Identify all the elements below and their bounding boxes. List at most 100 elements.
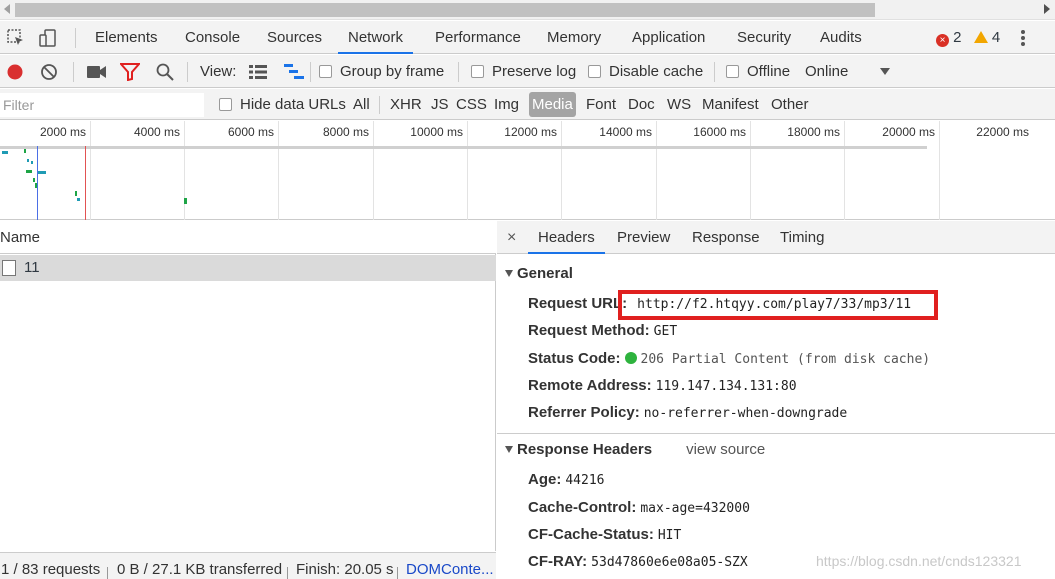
console-badges[interactable]: × 2 4 (936, 21, 1000, 54)
response-headers-section-header[interactable]: Response Headers view source (505, 441, 765, 458)
large-rows-icon[interactable] (249, 65, 267, 79)
filter-type-img[interactable]: Img (494, 89, 519, 120)
header-key: CF-RAY: (528, 553, 588, 570)
hide-data-urls-checkbox[interactable]: Hide data URLs (219, 89, 346, 120)
tab-application[interactable]: Application (632, 21, 705, 54)
status-ok-icon (624, 352, 637, 364)
filter-type-manifest[interactable]: Manifest (702, 89, 759, 120)
header-key: Cache-Control: (528, 499, 637, 516)
filter-type-js[interactable]: JS (431, 89, 449, 120)
error-icon: × (936, 34, 949, 47)
tab-security[interactable]: Security (737, 21, 791, 54)
group-by-frame-checkbox[interactable]: Group by frame (319, 55, 444, 88)
checkbox-icon (588, 65, 601, 78)
filter-type-media[interactable]: Media (529, 92, 576, 117)
finish-time: Finish: 20.05 s (296, 561, 394, 578)
tab-timing[interactable]: Timing (780, 221, 824, 254)
request-bar (31, 161, 33, 164)
waterfall-icon[interactable] (284, 64, 304, 80)
warning-icon (973, 31, 988, 43)
details-tab-bar: × Headers Preview Response Timing (497, 221, 1055, 254)
request-method-row: Request Method: GET (528, 322, 677, 339)
filter-type-xhr[interactable]: XHR (390, 89, 422, 120)
name-column-header[interactable]: Name (0, 221, 496, 254)
filter-type-doc[interactable]: Doc (628, 89, 655, 120)
request-bar (24, 149, 26, 153)
offline-checkbox[interactable]: Offline (726, 55, 790, 88)
scroll-left-icon[interactable] (4, 4, 10, 14)
highlight-box (618, 290, 938, 320)
response-headers-title: Response Headers (517, 441, 653, 458)
overview-tick-label: 10000 ms (410, 125, 463, 139)
status-separator (287, 567, 288, 579)
filter-icon[interactable] (120, 63, 140, 81)
throttling-value: Online (805, 63, 849, 80)
request-count: 1 / 83 requests (1, 561, 101, 578)
header-key: Request Method: (528, 322, 650, 339)
chevron-down-icon[interactable] (880, 68, 890, 75)
request-row[interactable]: 11 (0, 255, 496, 281)
request-details-panel: × Headers Preview Response Timing Genera… (497, 221, 1055, 579)
tab-sources[interactable]: Sources (267, 21, 322, 54)
remote-address-value: 119.147.134.131:80 (655, 379, 797, 394)
tab-audits[interactable]: Audits (820, 21, 862, 54)
inspect-element-icon[interactable] (6, 28, 26, 48)
record-icon[interactable] (6, 63, 24, 81)
throttling-select[interactable]: Online (805, 55, 848, 88)
header-key: CF-Cache-Status: (528, 526, 654, 543)
horizontal-scrollbar[interactable] (0, 0, 1055, 20)
request-method-value: GET (653, 324, 678, 339)
device-toolbar-icon[interactable] (38, 28, 58, 48)
filter-type-css[interactable]: CSS (456, 89, 487, 120)
watermark-text: https://blog.csdn.net/cnds123321 (816, 553, 1022, 569)
cf-cache-status-value: HIT (657, 528, 682, 543)
close-icon[interactable]: × (507, 221, 516, 254)
overview-tick-label: 20000 ms (882, 125, 935, 139)
general-section-header[interactable]: General (505, 265, 573, 282)
filter-type-font[interactable]: Font (586, 89, 616, 120)
more-options-icon[interactable] (1020, 28, 1026, 48)
tab-preview[interactable]: Preview (617, 221, 670, 254)
toolbar-separator (310, 62, 311, 82)
filter-type-all[interactable]: All (353, 89, 370, 120)
capture-screenshots-icon[interactable] (87, 65, 107, 79)
cf-ray-row: CF-RAY: 53d47860e6e08a05-SZX (528, 553, 748, 570)
search-icon[interactable] (156, 63, 174, 81)
file-icon (2, 260, 16, 276)
dom-content-loaded-link[interactable]: DOMConte... (406, 553, 494, 579)
filter-separator (379, 96, 380, 114)
clear-icon[interactable] (40, 63, 58, 81)
disable-cache-checkbox[interactable]: Disable cache (588, 55, 703, 88)
tab-elements[interactable]: Elements (95, 21, 158, 54)
overview-tick-label: 22000 ms (976, 125, 1029, 139)
tab-response[interactable]: Response (692, 221, 760, 254)
filter-type-ws[interactable]: WS (667, 89, 691, 120)
filter-input[interactable] (0, 93, 204, 117)
network-toolbar: View: Group by frame Preserve log Disabl… (0, 55, 1055, 88)
status-separator (397, 567, 398, 579)
error-count: 2 (953, 29, 962, 46)
tab-console[interactable]: Console (185, 21, 240, 54)
request-bar (2, 151, 8, 154)
scroll-right-icon[interactable] (1044, 4, 1050, 14)
overview-tick-label: 8000 ms (322, 125, 369, 139)
filter-type-other[interactable]: Other (771, 89, 809, 120)
preserve-log-checkbox[interactable]: Preserve log (471, 55, 576, 88)
tab-headers[interactable]: Headers (528, 221, 605, 254)
request-bar (184, 198, 187, 204)
offline-label: Offline (747, 63, 791, 80)
request-bar (26, 170, 32, 173)
expand-triangle-icon (505, 446, 513, 453)
tab-performance[interactable]: Performance (435, 21, 521, 54)
checkbox-icon (726, 65, 739, 78)
view-source-link[interactable]: view source (686, 441, 765, 458)
network-overview-timeline[interactable]: 2000 ms 4000 ms 6000 ms 8000 ms 10000 ms… (0, 121, 1055, 220)
network-status-bar: 1 / 83 requests 0 B / 27.1 KB transferre… (0, 552, 496, 579)
hide-data-urls-label: Hide data URLs (240, 96, 346, 113)
tab-network[interactable]: Network (338, 21, 414, 54)
cache-control-value: max-age=432000 (640, 501, 750, 516)
request-name: 11 (24, 259, 40, 276)
scrollbar-thumb[interactable] (15, 3, 875, 17)
request-bar (75, 191, 77, 196)
tab-memory[interactable]: Memory (547, 21, 601, 54)
